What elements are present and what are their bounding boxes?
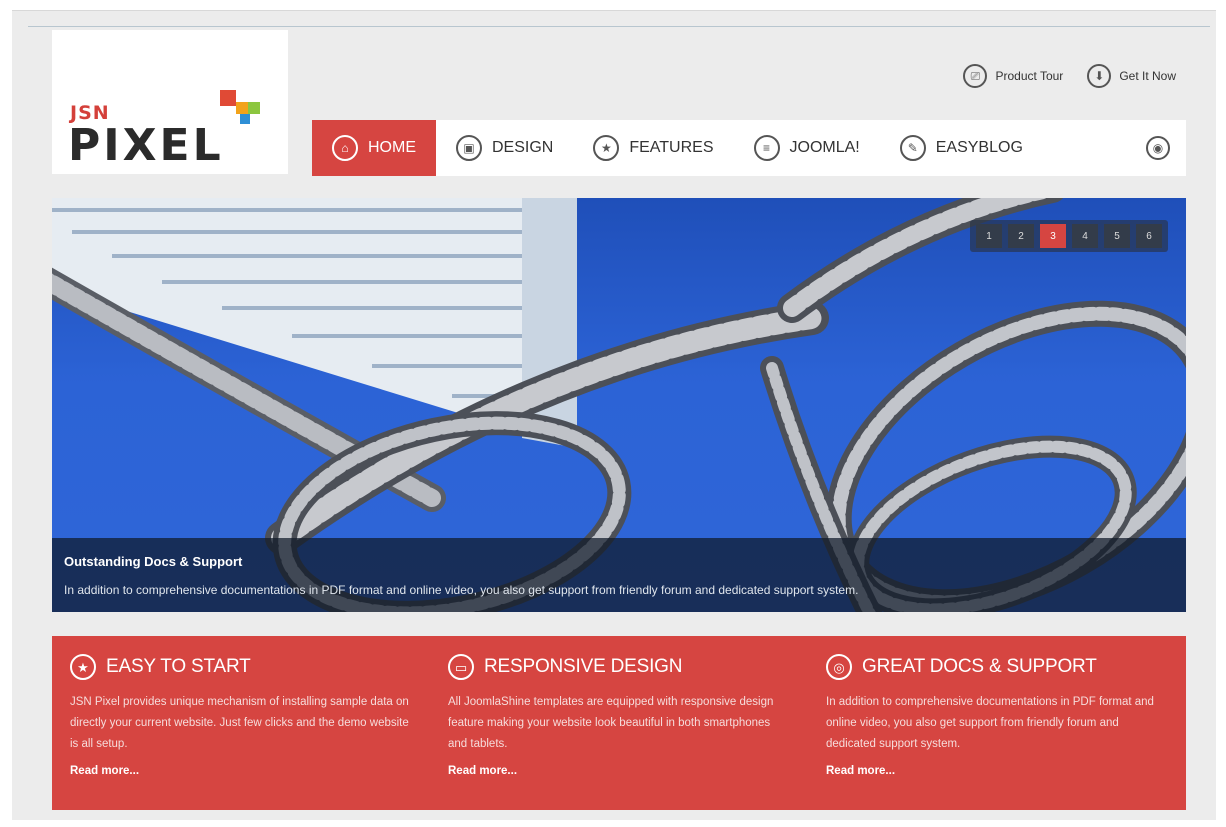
settings-icon: ◉ [1146,136,1170,160]
nav-item-features[interactable]: ★ FEATURES [573,120,733,176]
top-links: ⎚ Product Tour ⬇ Get It Now [963,64,1176,88]
feature-description: All JoomlaShine templates are equipped w… [448,696,774,750]
feature-easy-to-start: ★ EASY TO START JSN Pixel provides uniqu… [52,636,430,810]
nav-label-easyblog: EASYBLOG [935,139,1023,156]
read-more-link[interactable]: Read more... [448,765,790,777]
logo-square-orange [236,102,248,114]
feature-title: GREAT DOCS & SUPPORT [862,656,1097,677]
feature-heading: ◎ GREAT DOCS & SUPPORT [826,654,1168,680]
list-icon: ≡ [753,135,780,161]
edit-icon: ✎ [899,135,926,161]
logo-pixel-text: PIXEL [68,120,224,171]
site-logo[interactable]: JSN PIXEL [52,30,288,174]
slider-page-1[interactable]: 1 [976,224,1002,248]
slider-page-4[interactable]: 4 [1072,224,1098,248]
feature-description: In addition to comprehensive documentati… [826,696,1154,750]
feature-heading: ▭ RESPONSIVE DESIGN [448,654,790,680]
caption-text: In addition to comprehensive documentati… [64,583,859,597]
nav-item-joomla[interactable]: ≡ JOOMLA! [734,120,880,176]
main-nav: ⌂ HOME ▣ DESIGN ★ FEATURES ≡ JOOMLA! ✎ E… [312,120,1186,176]
slider-page-6[interactable]: 6 [1136,224,1162,248]
feature-great-docs-support: ◎ GREAT DOCS & SUPPORT In addition to co… [808,636,1186,810]
top-divider [28,26,1210,27]
settings-button[interactable]: ◉ [1130,120,1186,176]
feature-title: EASY TO START [106,656,251,677]
read-more-link[interactable]: Read more... [826,765,1168,777]
features-section: ★ EASY TO START JSN Pixel provides uniqu… [52,636,1186,810]
nav-label-design: DESIGN [492,139,554,156]
slider-pager: 1 2 3 4 5 6 [970,220,1168,252]
slider-caption: Outstanding Docs & Support In addition t… [52,538,1186,612]
nav-label-features: FEATURES [629,139,714,156]
home-icon: ⌂ [332,135,358,161]
product-tour-label: Product Tour [995,69,1064,83]
lifebuoy-icon: ◎ [826,654,852,680]
product-tour-link[interactable]: ⎚ Product Tour [963,64,1063,88]
nav-label-joomla: JOOMLA! [789,139,860,156]
slider-page-5[interactable]: 5 [1104,224,1130,248]
design-icon: ▣ [456,135,482,161]
feature-heading: ★ EASY TO START [70,654,412,680]
nav-item-home[interactable]: ⌂ HOME [312,120,436,176]
star-icon: ★ [70,654,96,680]
slider-page-2[interactable]: 2 [1008,224,1034,248]
download-icon: ⬇ [1087,64,1112,88]
read-more-link[interactable]: Read more... [70,765,412,777]
product-tour-icon: ⎚ [963,64,988,88]
monitor-icon: ▭ [448,654,474,680]
caption-title: Outstanding Docs & Support [64,554,243,569]
feature-title: RESPONSIVE DESIGN [484,656,683,677]
logo-square-red [220,90,236,106]
feature-responsive-design: ▭ RESPONSIVE DESIGN All JoomlaShine temp… [430,636,808,810]
hero-slider[interactable]: 1 2 3 4 5 6 Outstanding Docs & Support I… [52,198,1186,612]
star-icon: ★ [593,135,620,161]
nav-item-easyblog[interactable]: ✎ EASYBLOG [880,120,1043,176]
get-it-now-label: Get It Now [1119,69,1176,83]
logo-square-green [248,102,260,114]
get-it-now-link[interactable]: ⬇ Get It Now [1087,64,1176,88]
feature-description: JSN Pixel provides unique mechanism of i… [70,696,409,750]
logo-square-blue [240,114,250,124]
nav-item-design[interactable]: ▣ DESIGN [436,120,573,176]
slider-page-3[interactable]: 3 [1040,224,1066,248]
nav-label-home: HOME [368,139,416,156]
